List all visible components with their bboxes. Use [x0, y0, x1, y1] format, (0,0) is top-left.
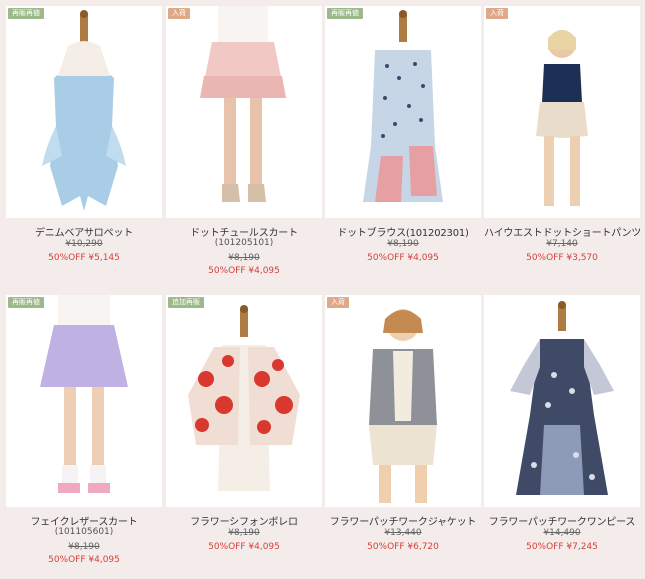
status-badge: 再販再値	[8, 8, 44, 19]
original-price: ¥14,490	[543, 528, 581, 538]
sale-price: 50%OFF ¥5,145	[48, 253, 120, 263]
original-price: ¥13,440	[384, 528, 422, 538]
sale-price: 50%OFF ¥6,720	[367, 542, 439, 552]
product-photo[interactable]	[484, 295, 640, 507]
product-photo[interactable]: 再販再値	[6, 6, 162, 218]
product-name[interactable]: ドットブラウス(101202301)	[325, 224, 481, 239]
status-badge: 入荷	[168, 8, 190, 19]
original-price: ¥8,190	[228, 528, 260, 538]
product-photo[interactable]: 再販再値	[6, 295, 162, 507]
product-code: (101105601)	[54, 527, 114, 537]
skirt-model-icon	[40, 295, 128, 493]
status-badge: 入荷	[327, 297, 349, 308]
original-price: ¥8,190	[387, 239, 419, 249]
product-photo[interactable]: 入荷	[166, 6, 322, 218]
product-grid: 再販再値 デニムベアサロペット ¥10,290 50%OFF ¥5,145 入荷	[0, 0, 645, 579]
sale-price: 50%OFF ¥4,095	[208, 266, 280, 276]
original-price: ¥7,140	[546, 239, 578, 249]
product-name[interactable]: フェイクレザースカート	[6, 513, 162, 528]
product-photo[interactable]: 入荷	[325, 295, 481, 507]
product-name[interactable]: フラワーシフォンボレロ	[166, 513, 322, 528]
product-code: (101205101)	[214, 238, 274, 248]
product-name[interactable]: フラワーパッチワークワンピース	[484, 513, 640, 528]
product-photo[interactable]: 再販再値	[325, 6, 481, 218]
product-name[interactable]: ハイウエストドットショートパンツ	[484, 224, 641, 239]
product-name[interactable]: デニムベアサロペット	[6, 224, 162, 239]
sale-price: 50%OFF ¥4,095	[367, 253, 439, 263]
original-price: ¥8,190	[228, 253, 260, 263]
product-photo[interactable]: 追加再販	[166, 295, 322, 507]
sale-price: 50%OFF ¥4,095	[208, 542, 280, 552]
original-price: ¥8,190	[68, 542, 100, 552]
product-name[interactable]: ドットチュールスカート	[166, 224, 322, 239]
dress-mannequin-icon	[510, 301, 614, 495]
status-badge: 再販再値	[327, 8, 363, 19]
sale-price: 50%OFF ¥3,570	[526, 253, 598, 263]
shorts-model-icon	[536, 30, 588, 206]
status-badge: 追加再販	[168, 297, 204, 308]
original-price: ¥10,290	[65, 239, 103, 249]
status-badge: 再販再値	[8, 297, 44, 308]
sale-price: 50%OFF ¥4,095	[48, 555, 120, 565]
status-badge: 入荷	[486, 8, 508, 19]
skirt-model-icon	[200, 6, 286, 202]
jacket-model-icon	[369, 309, 437, 503]
product-name[interactable]: フラワーパッチワークジャケット	[325, 513, 481, 528]
sale-price: 50%OFF ¥7,245	[526, 542, 598, 552]
dress-mannequin-icon	[42, 10, 126, 211]
bolero-mannequin-icon	[188, 305, 300, 491]
blouse-mannequin-icon	[363, 10, 443, 202]
product-photo[interactable]: 入荷	[484, 6, 640, 218]
